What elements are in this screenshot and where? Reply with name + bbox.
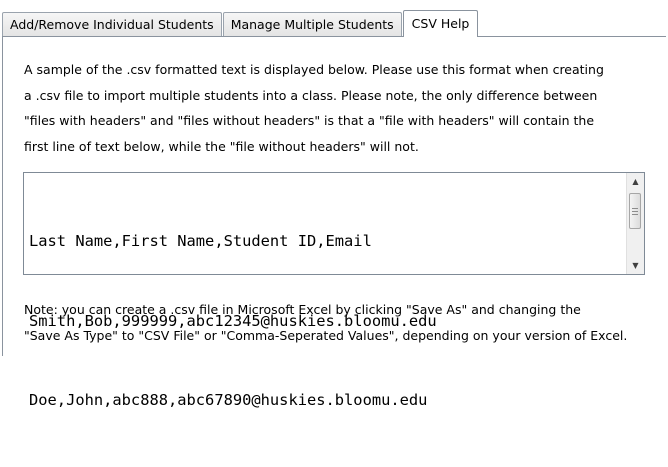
csv-sample-line: Last Name,First Name,Student ID,Email — [29, 232, 372, 250]
csv-sample-textarea[interactable]: Last Name,First Name,Student ID,Email Sm… — [23, 172, 645, 409]
instruction-line: "files with headers" and "files without … — [24, 113, 595, 128]
scroll-down-arrow-icon[interactable]: ▼ — [627, 257, 644, 274]
note-line: "Save As Type" to "CSV File" or "Comma-S… — [24, 327, 628, 343]
csv-sample-line: Doe,John,abc888,abc67890@huskies.bloomu.… — [29, 391, 428, 409]
scrollbar-thumb[interactable] — [629, 193, 641, 229]
excel-note: Note: you can create a .csv file in Micr… — [24, 297, 664, 348]
tab-csv-help[interactable]: CSV Help — [402, 10, 479, 37]
tab-bar: Add/Remove Individual Students Manage Mu… — [2, 10, 479, 37]
grip-icon — [632, 207, 638, 215]
tab-manage-multiple-students[interactable]: Manage Multiple Students — [222, 12, 402, 37]
note-line: Note: you can create a .csv file in Micr… — [24, 302, 581, 317]
tab-add-remove-individual-students[interactable]: Add/Remove Individual Students — [2, 12, 222, 37]
csv-format-instructions: A sample of the .csv formatted text is d… — [24, 57, 664, 159]
vertical-scrollbar[interactable]: ▲ ▼ — [626, 173, 644, 274]
instruction-line: a .csv file to import multiple students … — [24, 87, 598, 103]
scroll-up-arrow-icon[interactable]: ▲ — [627, 173, 644, 190]
instruction-line: first line of text below, while the "fil… — [24, 138, 419, 154]
instruction-line: A sample of the .csv formatted text is d… — [24, 62, 604, 77]
